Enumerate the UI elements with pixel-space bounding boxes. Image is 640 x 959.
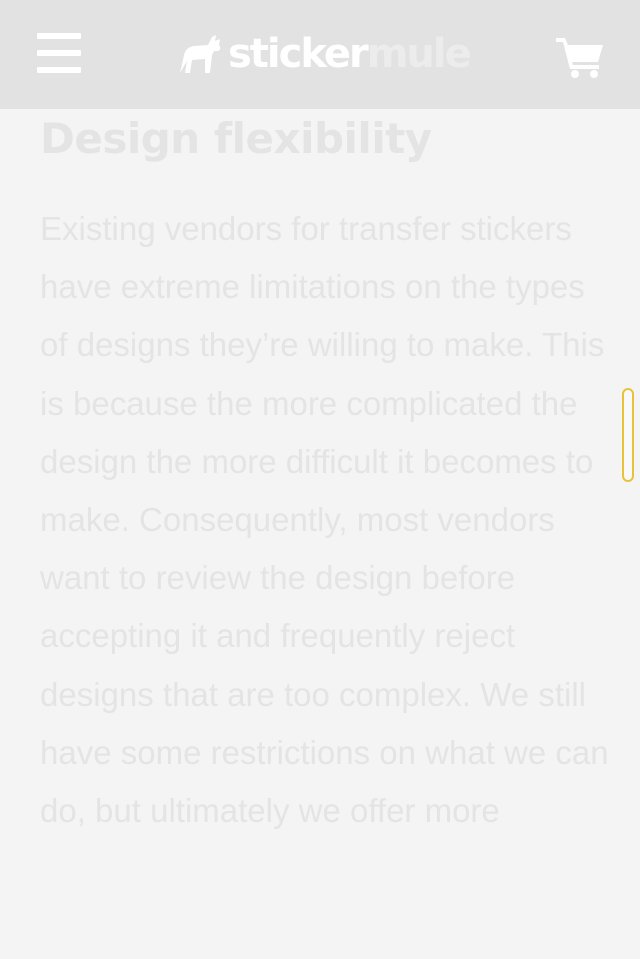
article-paragraph: Existing vendors for transfer stickers h… (40, 210, 609, 830)
sticker-mule-logo[interactable]: stickermule (178, 30, 472, 78)
hamburger-menu-icon[interactable] (37, 33, 81, 73)
logo-wordmark: stickermule (228, 30, 472, 78)
site-header: stickermule (0, 0, 640, 109)
shopping-cart-icon[interactable] (556, 36, 604, 78)
mule-icon (180, 35, 221, 73)
logo-word-sticker: sticker (228, 31, 369, 77)
article-section: Design flexibility Existing vendors for … (40, 109, 610, 840)
logo-word-mule: mule (366, 31, 472, 77)
scrollbar-handle[interactable] (622, 388, 634, 482)
menu-bar (37, 50, 81, 56)
section-heading: Design flexibility (40, 114, 432, 163)
menu-bar (37, 33, 81, 39)
menu-bar (37, 67, 81, 73)
